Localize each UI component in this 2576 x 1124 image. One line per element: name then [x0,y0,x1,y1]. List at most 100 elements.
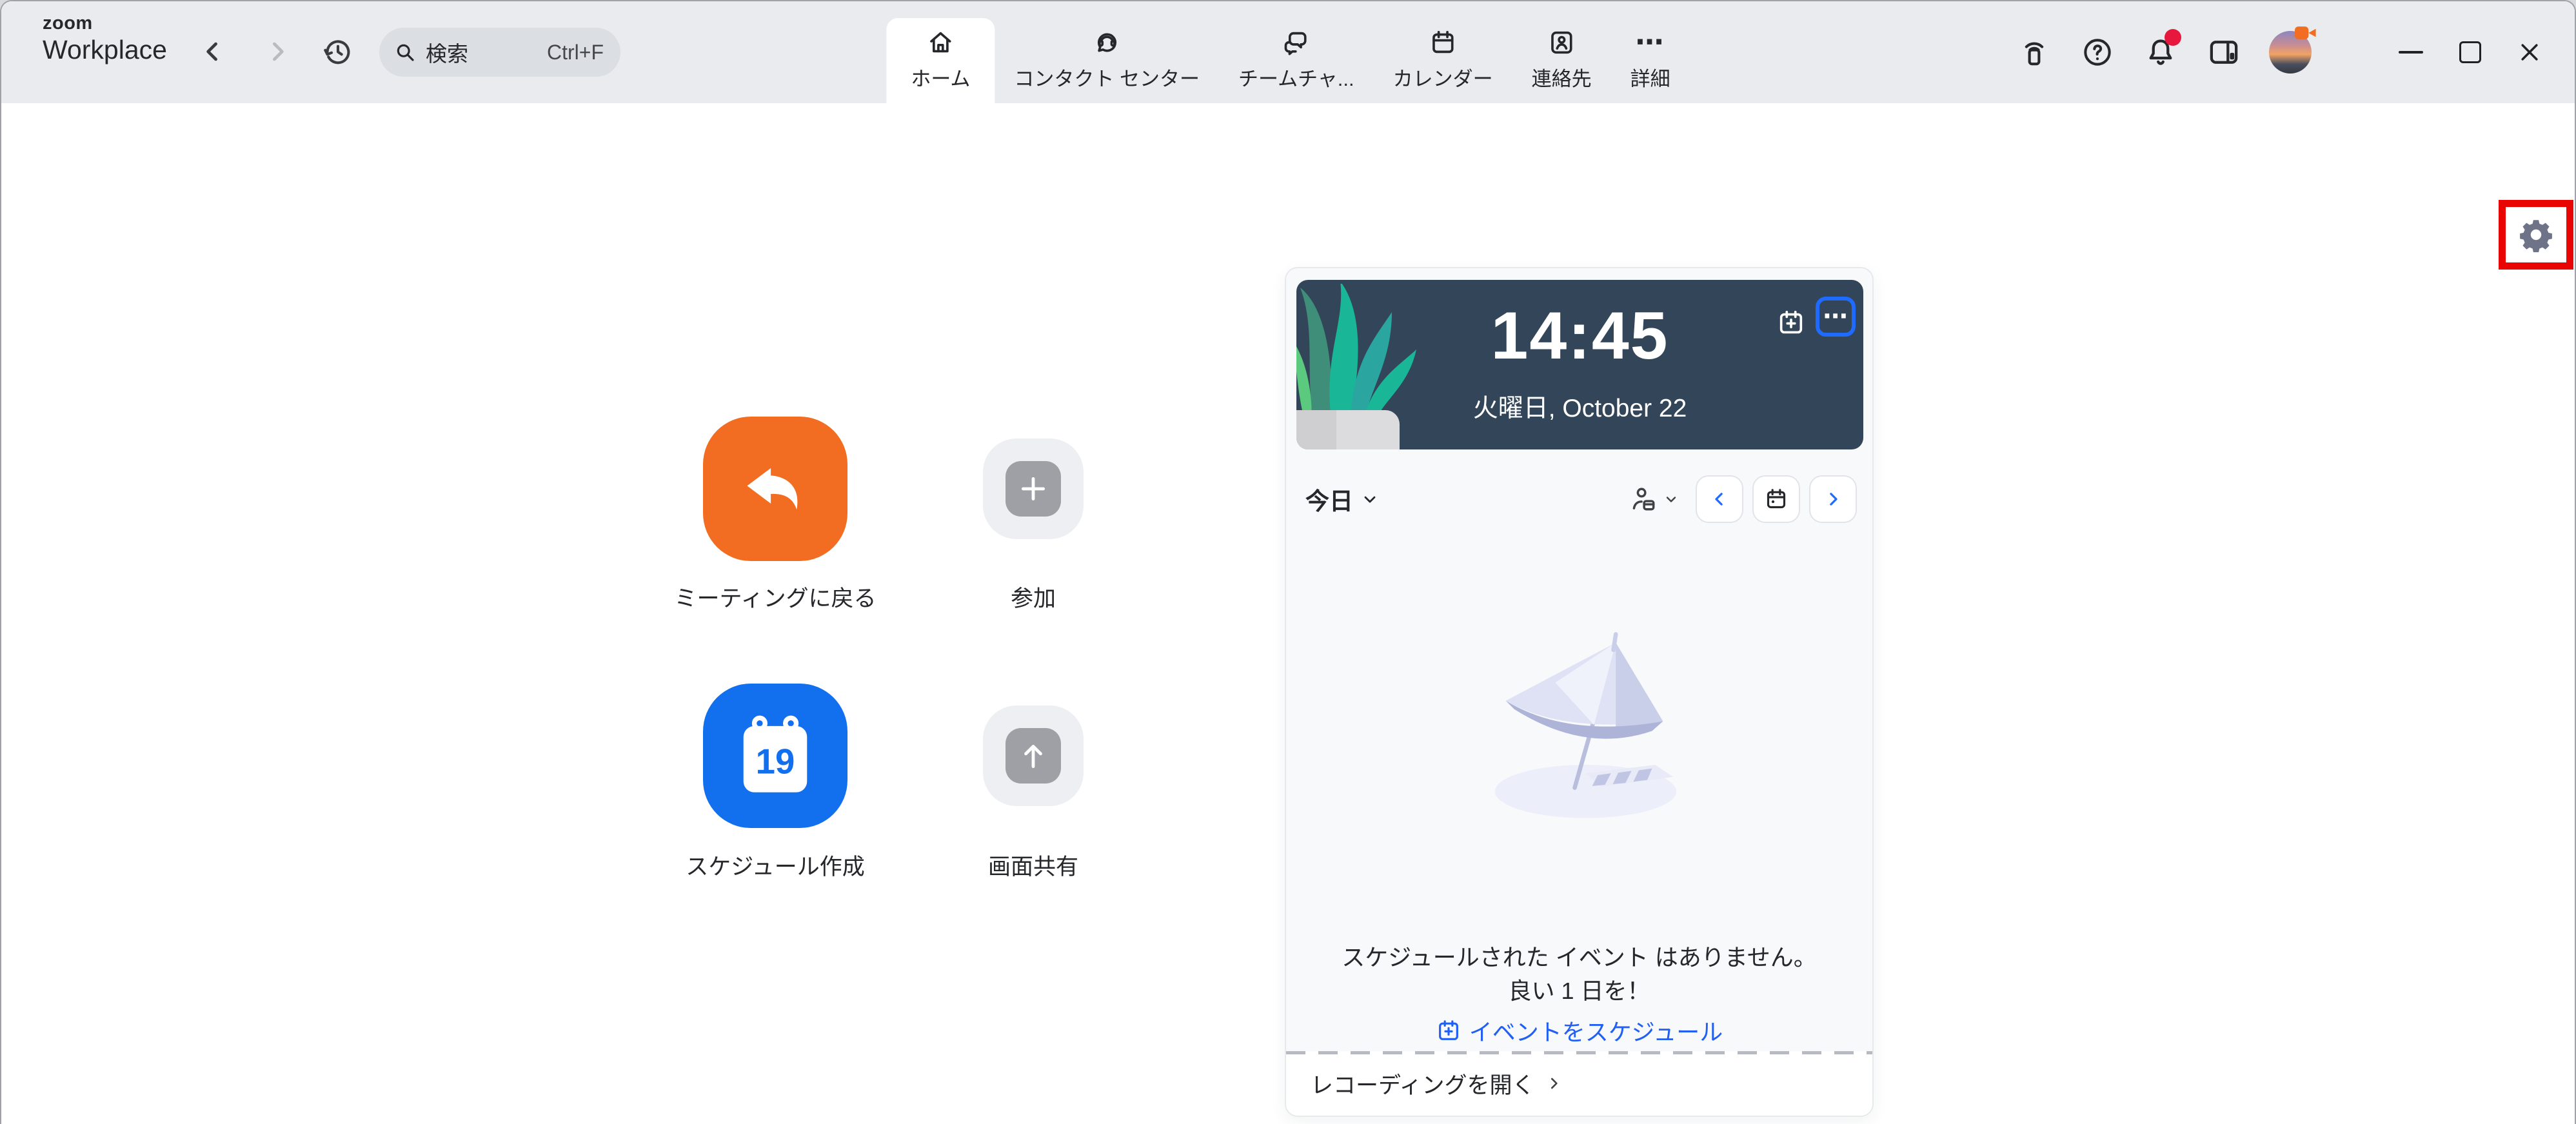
panels-toggle-button[interactable] [2206,34,2242,70]
calendar-icon [1428,27,1458,58]
dashed-divider [1286,1051,1872,1054]
clock-card-more-button[interactable]: ⋯ [1816,297,1856,337]
open-recordings-label: レコーディングを開く [1311,1067,1535,1100]
arrow-up-icon [1017,740,1049,772]
availability-dropdown[interactable] [1629,484,1679,514]
share-screen-button[interactable] [983,705,1084,806]
back-to-meeting-button[interactable] [703,417,847,561]
schedule-event-link[interactable]: イベントをスケジュール [1286,1014,1872,1047]
join-button[interactable] [983,439,1084,539]
date-picker-button[interactable] [1752,475,1800,523]
titlebar-icons [2016,1,2312,103]
share-screen-label: 画面共有 [969,849,1098,882]
events-panel: 14:45 火曜日, October 22 ⋯ 今日 [1285,267,1874,1117]
history-button[interactable] [320,34,356,70]
prev-day-button[interactable] [1696,475,1743,523]
no-events-empty-state: スケジュールされた イベント はありません。 良い 1 日を！ イベントをスケジ… [1286,629,1872,826]
empty-state-line2: 良い 1 日を！ [1286,972,1872,1006]
clock-date: 火曜日, October 22 [1296,388,1863,424]
date-range-dropdown[interactable]: 今日 [1305,482,1379,517]
open-recordings-row[interactable]: レコーディングを開く [1286,1051,1872,1116]
schedule-event-link-label: イベントをスケジュール [1469,1014,1723,1047]
close-icon [2517,39,2542,65]
tab-contact-center[interactable]: コンタクト センター [995,18,1219,103]
minimize-button[interactable] [2381,1,2441,103]
help-icon [2080,35,2115,70]
chevron-down-icon [1361,490,1379,508]
help-button[interactable] [2079,34,2115,70]
gear-icon [2517,216,2555,253]
search-shortcut: Ctrl+F [547,41,604,64]
more-dots-icon: ⋯ [1823,307,1848,326]
annotation-highlight-box [2499,200,2573,270]
empty-state-line1: スケジュールされた イベント はありません。 [1286,939,1872,972]
clock-card: 14:45 火曜日, October 22 ⋯ [1296,280,1863,449]
settings-button[interactable] [2508,207,2564,262]
chevron-left-icon [1710,489,1729,509]
notification-badge [2165,29,2181,46]
tab-home[interactable]: ホーム [886,18,995,103]
share-inner-tile [1006,728,1061,784]
search-input[interactable]: 検索 Ctrl+F [379,28,620,77]
avatar[interactable] [2269,31,2312,74]
calendar-date-icon [1763,486,1789,512]
minimize-icon [2399,51,2423,54]
brand-workplace: Workplace [43,37,167,63]
window-controls [2381,1,2559,103]
tab-contacts-label: 連絡先 [1532,63,1592,92]
tab-contacts[interactable]: 連絡先 [1512,18,1611,103]
app-logo: zoom Workplace [43,14,167,63]
reply-arrow-icon [740,453,811,524]
plus-icon [1017,473,1049,505]
main-tabs: ホーム コンタクト センター [886,1,1689,103]
home-icon [926,27,955,58]
home-content: ミーティングに戻る 参加 19 スケジュール作成 [1,103,2575,1124]
chat-bubbles-icon [1282,27,1311,58]
notifications-button[interactable] [2143,34,2179,70]
back-button[interactable] [195,34,231,70]
headset-icon [1092,27,1122,58]
join-inner-tile [1006,461,1061,517]
beach-umbrella-illustration [1463,629,1696,823]
connect-device-button[interactable] [2016,34,2052,70]
calendar-toolbar: 今日 [1305,472,1857,526]
calendar-day-number: 19 [756,742,795,781]
calendar-plus-icon [1776,308,1806,337]
search-placeholder: 検索 [426,37,468,68]
add-to-calendar-button[interactable] [1776,307,1807,338]
tab-more-label: 詳細 [1630,63,1670,92]
tab-team-chat[interactable]: チームチャ... [1219,18,1374,103]
titlebar: zoom Workplace [1,1,2575,103]
back-to-meeting-label: ミーティングに戻る [646,580,904,613]
chevron-right-icon [1545,1075,1562,1092]
in-meeting-camera-badge [2295,25,2317,41]
calendar-day-icon: 19 [738,714,813,798]
history-clock-icon [321,35,355,68]
tab-calendar[interactable]: カレンダー [1374,18,1512,103]
chevron-right-icon [1823,489,1843,509]
tab-home-label: ホーム [911,63,970,92]
chevron-down-icon [1663,491,1679,507]
join-label: 参加 [969,580,1098,613]
date-range-label: 今日 [1305,482,1353,517]
person-calendar-icon [1629,484,1658,514]
tab-more[interactable]: ⋯ 詳細 [1611,18,1690,103]
panels-icon [2206,35,2241,70]
chevron-left-icon [199,37,227,66]
maximize-button[interactable] [2441,1,2500,103]
search-icon [393,41,417,64]
maximize-icon [2459,41,2481,63]
more-dots-icon: ⋯ [1636,27,1665,58]
tab-team-chat-label: チームチャ... [1238,63,1354,92]
schedule-label: スケジュール作成 [646,849,904,882]
zoom-workplace-window: zoom Workplace [0,0,2576,1124]
chevron-right-icon [263,37,292,66]
device-wifi-icon [2017,35,2051,69]
schedule-button[interactable]: 19 [703,684,847,828]
contact-card-icon [1547,27,1576,58]
tab-calendar-label: カレンダー [1393,63,1493,92]
next-day-button[interactable] [1809,475,1857,523]
calendar-plus-icon [1436,1018,1461,1043]
forward-button[interactable] [259,34,295,70]
close-button[interactable] [2500,1,2559,103]
